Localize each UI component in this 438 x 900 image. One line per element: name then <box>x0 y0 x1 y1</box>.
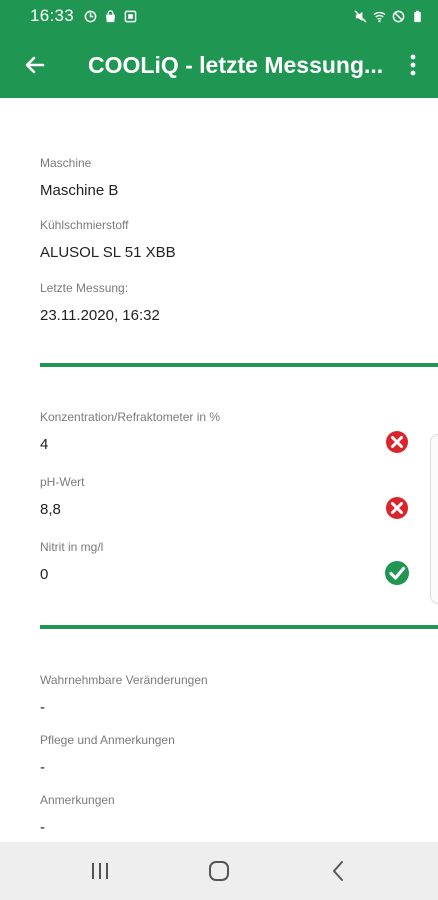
home-icon <box>208 861 229 881</box>
measurement-label: pH-Wert <box>40 475 85 489</box>
measurement-value: 8,8 <box>40 501 61 518</box>
more-vert-icon <box>410 54 416 76</box>
coolant-field: Kühlschmierstoff ALUSOL SL 51 XBB <box>40 218 380 261</box>
arrow-back-icon <box>25 56 45 74</box>
section-divider <box>40 625 438 629</box>
back-icon <box>333 861 344 881</box>
notes-label: Pflege und Anmerkungen <box>40 733 175 747</box>
do-not-disturb-icon <box>392 10 405 22</box>
check-icon <box>385 561 409 585</box>
drawer-handle[interactable] <box>430 434 438 604</box>
notes-label: Anmerkungen <box>40 793 115 807</box>
system-nav-bar <box>0 842 438 900</box>
app-bar: COOLiQ - letzte Messung... <box>0 32 438 98</box>
measurement-details: Maschine Maschine B Kühlschmierstoff ALU… <box>0 98 438 842</box>
error-icon <box>386 431 408 453</box>
machine-label: Maschine <box>40 156 92 170</box>
coolant-label: Kühlschmierstoff <box>40 218 129 232</box>
notes-row: Pflege und Anmerkungen - <box>40 733 380 776</box>
notes-value: - <box>40 699 45 716</box>
recent-apps-icon <box>91 863 108 879</box>
mute-icon <box>354 9 367 23</box>
photo-icon <box>124 10 137 22</box>
shopping-bag-icon <box>105 9 116 22</box>
status-left-icons <box>84 9 137 23</box>
last-measurement-label: Letzte Messung: <box>40 281 129 295</box>
system-back-button[interactable] <box>308 846 368 896</box>
battery-icon <box>414 10 421 22</box>
last-measurement-value: 23.11.2020, 16:32 <box>40 307 160 324</box>
measurement-row: pH-Wert 8,8 <box>40 475 380 518</box>
status-right-icons <box>354 9 424 23</box>
overflow-menu-button[interactable] <box>388 32 438 98</box>
notes-row: Anmerkungen - <box>40 793 380 836</box>
measurement-value: 0 <box>40 566 49 583</box>
status-time: 16:33 <box>30 6 75 25</box>
back-button[interactable] <box>0 32 70 98</box>
machine-value: Maschine B <box>40 182 119 199</box>
notes-value: - <box>40 759 45 776</box>
measurement-label: Konzentration/Refraktometer in % <box>40 410 221 424</box>
notes-label: Wahrnehmbare Veränderungen <box>40 673 208 687</box>
measurement-value: 4 <box>40 436 49 453</box>
error-icon <box>386 497 408 519</box>
page-title: COOLiQ - letzte Messung... <box>88 51 384 78</box>
wifi-icon <box>373 11 386 22</box>
machine-field: Maschine Maschine B <box>40 156 380 199</box>
measurement-row: Nitrit in mg/l 0 <box>40 540 380 583</box>
notes-row: Wahrnehmbare Veränderungen - <box>40 673 380 716</box>
home-button[interactable] <box>189 846 249 896</box>
last-measurement-field: Letzte Messung: 23.11.2020, 16:32 <box>40 281 380 324</box>
section-divider <box>40 363 438 367</box>
sync-icon <box>84 10 97 22</box>
measurement-label: Nitrit in mg/l <box>40 540 104 554</box>
measurement-row: Konzentration/Refraktometer in % 4 <box>40 410 380 453</box>
status-bar: 16:33 <box>0 0 438 32</box>
recent-apps-button[interactable] <box>70 846 130 896</box>
notes-value: - <box>40 819 45 836</box>
coolant-value: ALUSOL SL 51 XBB <box>40 244 176 261</box>
